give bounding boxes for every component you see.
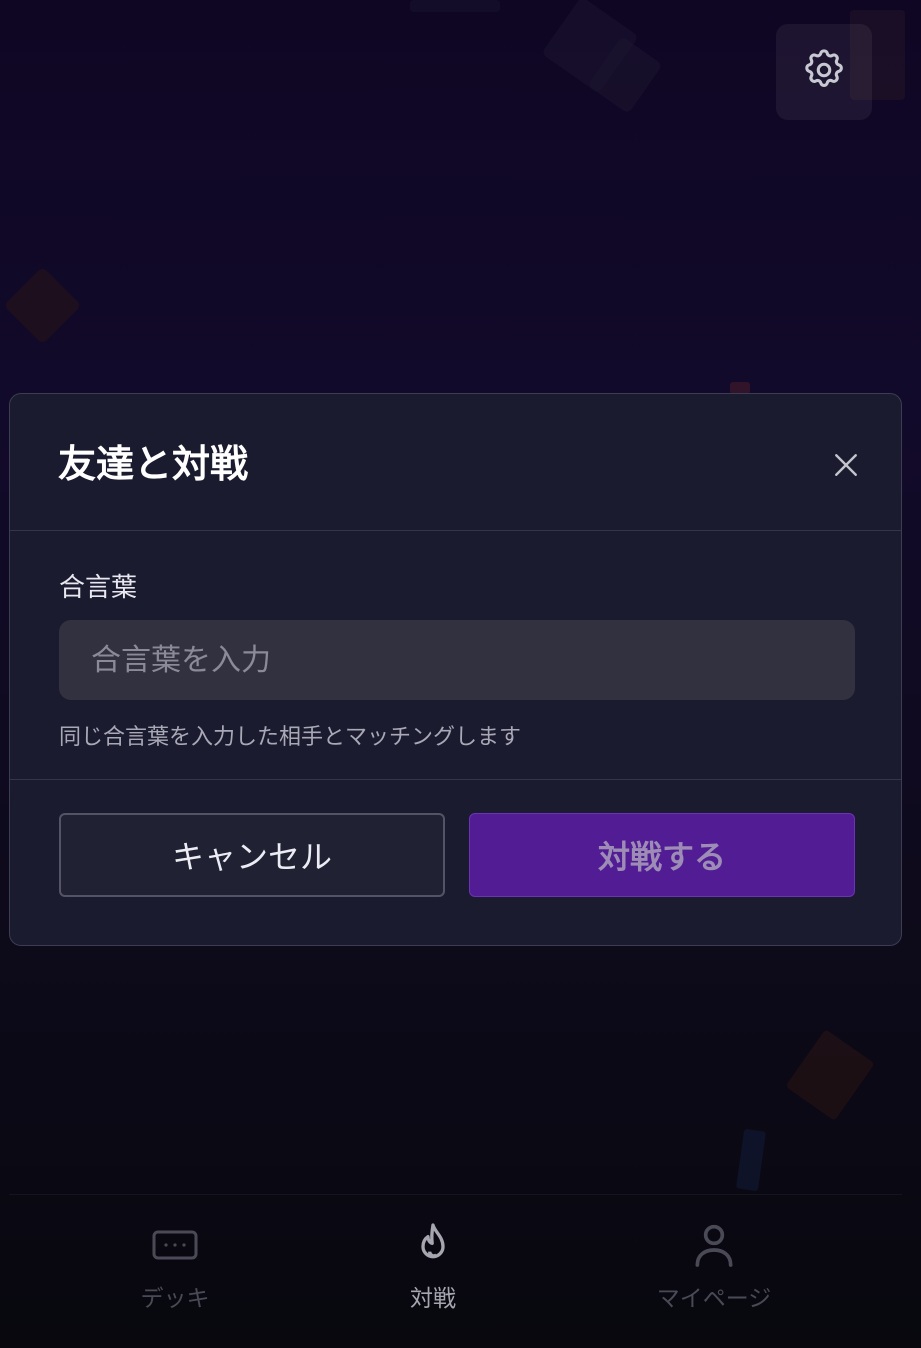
nav-label-battle: 対戦 — [410, 1286, 456, 1312]
cancel-button[interactable]: キャンセル — [59, 813, 445, 897]
background-block — [3, 266, 82, 345]
passphrase-label: 合言葉 — [59, 573, 138, 603]
background-block — [785, 1029, 875, 1121]
friend-battle-dialog: 友達と対戦 合言葉 同じ合言葉を入力した相手とマッチングします キャンセル 対戦… — [9, 393, 902, 946]
passphrase-input[interactable] — [59, 620, 855, 700]
card-icon — [151, 1221, 199, 1269]
user-icon — [690, 1221, 738, 1269]
close-button[interactable] — [829, 450, 863, 484]
settings-button[interactable] — [776, 24, 872, 120]
close-icon — [833, 452, 859, 482]
gear-icon — [801, 47, 847, 97]
background-block — [410, 0, 500, 12]
dialog-body: 合言葉 同じ合言葉を入力した相手とマッチングします — [10, 531, 901, 780]
nav-item-deck[interactable]: デッキ — [75, 1221, 275, 1313]
nav-label-mypage: マイページ — [656, 1286, 772, 1312]
helper-text: 同じ合言葉を入力した相手とマッチングします — [59, 725, 522, 750]
nav-label-deck: デッキ — [140, 1286, 210, 1312]
background-block — [735, 1128, 767, 1192]
bottom-navigation: デッキ 対戦 マイページ — [9, 1194, 902, 1348]
dialog-footer: キャンセル 対戦する — [10, 780, 901, 945]
start-battle-button[interactable]: 対戦する — [469, 813, 855, 897]
flame-icon — [409, 1221, 457, 1269]
dialog-header: 友達と対戦 — [10, 394, 901, 531]
nav-item-mypage[interactable]: マイページ — [614, 1221, 814, 1313]
dialog-title: 友達と対戦 — [58, 442, 249, 486]
nav-item-battle[interactable]: 対戦 — [333, 1221, 533, 1313]
